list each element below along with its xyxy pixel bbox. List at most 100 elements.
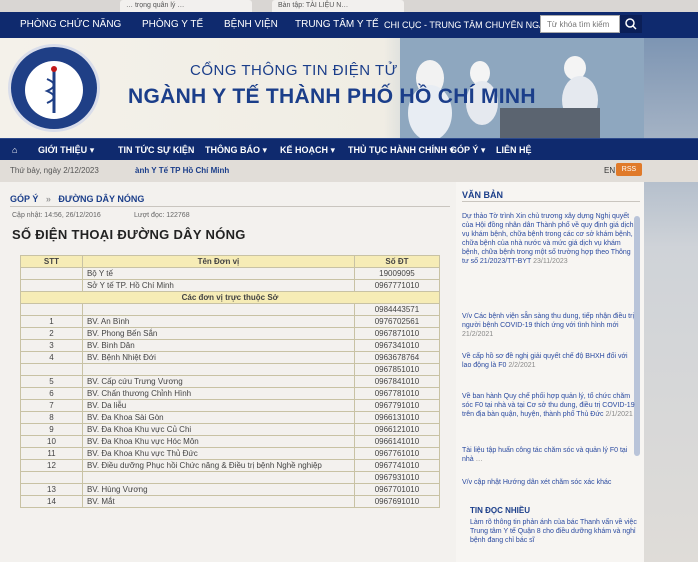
- most-read-item[interactable]: Làm rõ thông tin phản ánh của bác Thanh …: [470, 518, 638, 545]
- nav-lien-he[interactable]: LIÊN HỆ: [496, 139, 532, 161]
- banner-subtitle: CỔNG THÔNG TIN ĐIỆN TỬ: [190, 62, 398, 79]
- breadcrumb-separator: »: [45, 194, 51, 204]
- sidebar-news-item[interactable]: V/v Các bệnh viện sẵn sàng thu dung, tiế…: [462, 312, 637, 339]
- ministry-logo: [8, 44, 100, 132]
- table-row: Bộ Y tế 19009095: [20, 267, 441, 280]
- nav-thu-tuc[interactable]: THỦ TỤC HÀNH CHÍNH ▾: [348, 139, 454, 161]
- phone-number: 0967871010: [353, 327, 441, 340]
- unit-name: [81, 471, 355, 484]
- unit-name[interactable]: BV. Da liễu: [81, 399, 355, 412]
- unit-name[interactable]: Sở Y tế TP. Hồ Chí Minh: [81, 279, 355, 292]
- unit-name[interactable]: BV. Chấn thương Chỉnh Hình: [81, 387, 355, 400]
- topnav-benh-vien[interactable]: BỆNH VIỆN: [224, 12, 278, 38]
- current-date: Thứ bảy, ngày 2/12/2023: [10, 166, 99, 175]
- browser-tab[interactable]: … trọng quân lý …: [120, 0, 252, 12]
- search-icon: [625, 18, 637, 30]
- table-row: 13 BV. Hùng Vương 0967701010: [20, 483, 441, 496]
- unit-name[interactable]: BV. Đa Khoa Khu vực Hóc Môn: [81, 435, 355, 448]
- language-en-link[interactable]: EN: [604, 166, 615, 175]
- unit-name[interactable]: BV. Bệnh Nhiệt Đới: [81, 351, 355, 364]
- table-row: 4 BV. Bệnh Nhiệt Đới 0963678764: [20, 351, 441, 364]
- nav-thong-bao[interactable]: THÔNG BÁO ▾: [205, 139, 267, 161]
- topnav-chi-cuc[interactable]: CHI CỤC - TRUNG TÂM CHUYÊN NGÀNH: [384, 12, 558, 38]
- table-row: 0967931010: [20, 471, 441, 484]
- table-row: 0984443571: [20, 303, 441, 316]
- news-ticker[interactable]: ành Y Tế TP Hồ Chí Minh: [135, 166, 229, 175]
- unit-name[interactable]: BV. Hùng Vương: [81, 483, 355, 496]
- topnav-phong-y-te[interactable]: PHÒNG Y TẾ: [142, 12, 203, 38]
- unit-name[interactable]: BV. Đa Khoa Sài Gòn: [81, 411, 355, 424]
- banner-title: NGÀNH Y TẾ THÀNH PHỐ HỒ CHÍ MINH: [128, 85, 536, 108]
- divider: [462, 201, 640, 202]
- row-stt: [20, 363, 83, 376]
- row-stt: [20, 471, 83, 484]
- sidebar-news-item[interactable]: Về ban hành Quy chế phối hợp quản lý, tổ…: [462, 392, 637, 419]
- nav-ke-hoach[interactable]: KẾ HOẠCH ▾: [280, 139, 335, 161]
- row-stt: 9: [20, 423, 83, 436]
- sidebar-news-item[interactable]: Tài liệu tập huấn công tác chăm sóc và q…: [462, 446, 637, 464]
- row-stt: 6: [20, 387, 83, 400]
- phone-number: 0963678764: [353, 351, 441, 364]
- search-button[interactable]: [620, 15, 642, 33]
- most-read-heading: TIN ĐỌC NHIỀU: [470, 506, 530, 515]
- unit-name[interactable]: BV. Đa Khoa Khu vực Thủ Đức: [81, 447, 355, 460]
- row-stt: 10: [20, 435, 83, 448]
- phone-number: 19009095: [353, 267, 441, 280]
- table-row: 2 BV. Phong Bến Sắn 0967871010: [20, 327, 441, 340]
- row-stt: 2: [20, 327, 83, 340]
- phone-number: 0967341010: [353, 339, 441, 352]
- table-row: 9 BV. Đa Khoa Khu vực Củ Chi 0966121010: [20, 423, 441, 436]
- phone-number: 0984443571: [353, 303, 441, 316]
- table-row: 0967851010: [20, 363, 441, 376]
- nav-gioi-thieu[interactable]: GIỚI THIỆU ▾: [38, 139, 94, 161]
- row-stt: 5: [20, 375, 83, 388]
- row-stt: 3: [20, 339, 83, 352]
- col-so-dt: Số ĐT: [353, 255, 441, 268]
- sidebar-news-item[interactable]: Dự thảo Tờ trình Xin chủ trương xây dựng…: [462, 212, 637, 266]
- nav-tin-tuc[interactable]: TIN TỨC SỰ KIỆN: [118, 139, 194, 161]
- unit-name[interactable]: BV. Điều dưỡng Phục hồi Chức năng & Điều…: [81, 459, 355, 472]
- browser-tab-label: Bàn tập: TÀI LIỆU N…: [278, 2, 349, 9]
- table-row: 6 BV. Chấn thương Chỉnh Hình 0967781010: [20, 387, 441, 400]
- phone-number: 0967841010: [353, 375, 441, 388]
- row-stt: 12: [20, 459, 83, 472]
- phone-number: 0967691010: [353, 495, 441, 508]
- row-stt: 7: [20, 399, 83, 412]
- row-stt: 8: [20, 411, 83, 424]
- unit-name[interactable]: BV. Phong Bến Sắn: [81, 327, 355, 340]
- topnav-trung-tam-y-te[interactable]: TRUNG TÂM Y TẾ: [295, 12, 379, 38]
- sidebar-heading: VĂN BẢN: [462, 190, 504, 200]
- table-row: 11 BV. Đa Khoa Khu vực Thủ Đức 0967761010: [20, 447, 441, 460]
- phone-number: 0966131010: [353, 411, 441, 424]
- unit-name[interactable]: BV. Bình Dân: [81, 339, 355, 352]
- col-ten-don-vi: Tên Đơn vị: [81, 255, 355, 268]
- divider: [10, 206, 450, 207]
- unit-name[interactable]: BV. Đa Khoa Khu vực Củ Chi: [81, 423, 355, 436]
- table-row: 5 BV. Cấp cứu Trưng Vương 0967841010: [20, 375, 441, 388]
- browser-tab[interactable]: Bàn tập: TÀI LIỆU N…: [272, 0, 404, 12]
- info-bar: [0, 160, 698, 182]
- phone-number: 0967931010: [353, 471, 441, 484]
- phone-number: 0967701010: [353, 483, 441, 496]
- breadcrumb: GÓP Ý » ĐƯỜNG DÂY NÓNG: [10, 194, 144, 204]
- row-stt: 13: [20, 483, 83, 496]
- search-input[interactable]: Từ khóa tìm kiếm: [540, 15, 620, 33]
- table-row: 3 BV. Bình Dân 0967341010: [20, 339, 441, 352]
- row-stt: 14: [20, 495, 83, 508]
- phone-number: 0966121010: [353, 423, 441, 436]
- table-row: 10 BV. Đa Khoa Khu vực Hóc Môn 0966141010: [20, 435, 441, 448]
- home-icon[interactable]: ⌂: [12, 139, 17, 161]
- nav-gop-y[interactable]: GÓP Ý ▾: [450, 139, 485, 161]
- unit-name[interactable]: BV. An Bình: [81, 315, 355, 328]
- breadcrumb-gop-y[interactable]: GÓP Ý: [10, 194, 38, 204]
- rss-button[interactable]: RSS: [616, 163, 642, 176]
- unit-name[interactable]: BV. Cấp cứu Trưng Vương: [81, 375, 355, 388]
- sidebar-news-item[interactable]: V/v cập nhật Hướng dẫn xét chăm sóc xác …: [462, 478, 632, 487]
- unit-name[interactable]: BV. Mắt: [81, 495, 355, 508]
- topnav-phong-chuc-nang[interactable]: PHÒNG CHỨC NĂNG: [20, 12, 121, 38]
- section-header: Các đơn vị trực thuộc Sở: [20, 291, 440, 304]
- sidebar-news-item[interactable]: Về cấp hồ sơ đề nghị giải quyết chế độ B…: [462, 352, 637, 370]
- unit-name[interactable]: Bộ Y tế: [81, 267, 355, 280]
- breadcrumb-current: ĐƯỜNG DÂY NÓNG: [58, 194, 145, 204]
- phone-number: 0967771010: [353, 279, 441, 292]
